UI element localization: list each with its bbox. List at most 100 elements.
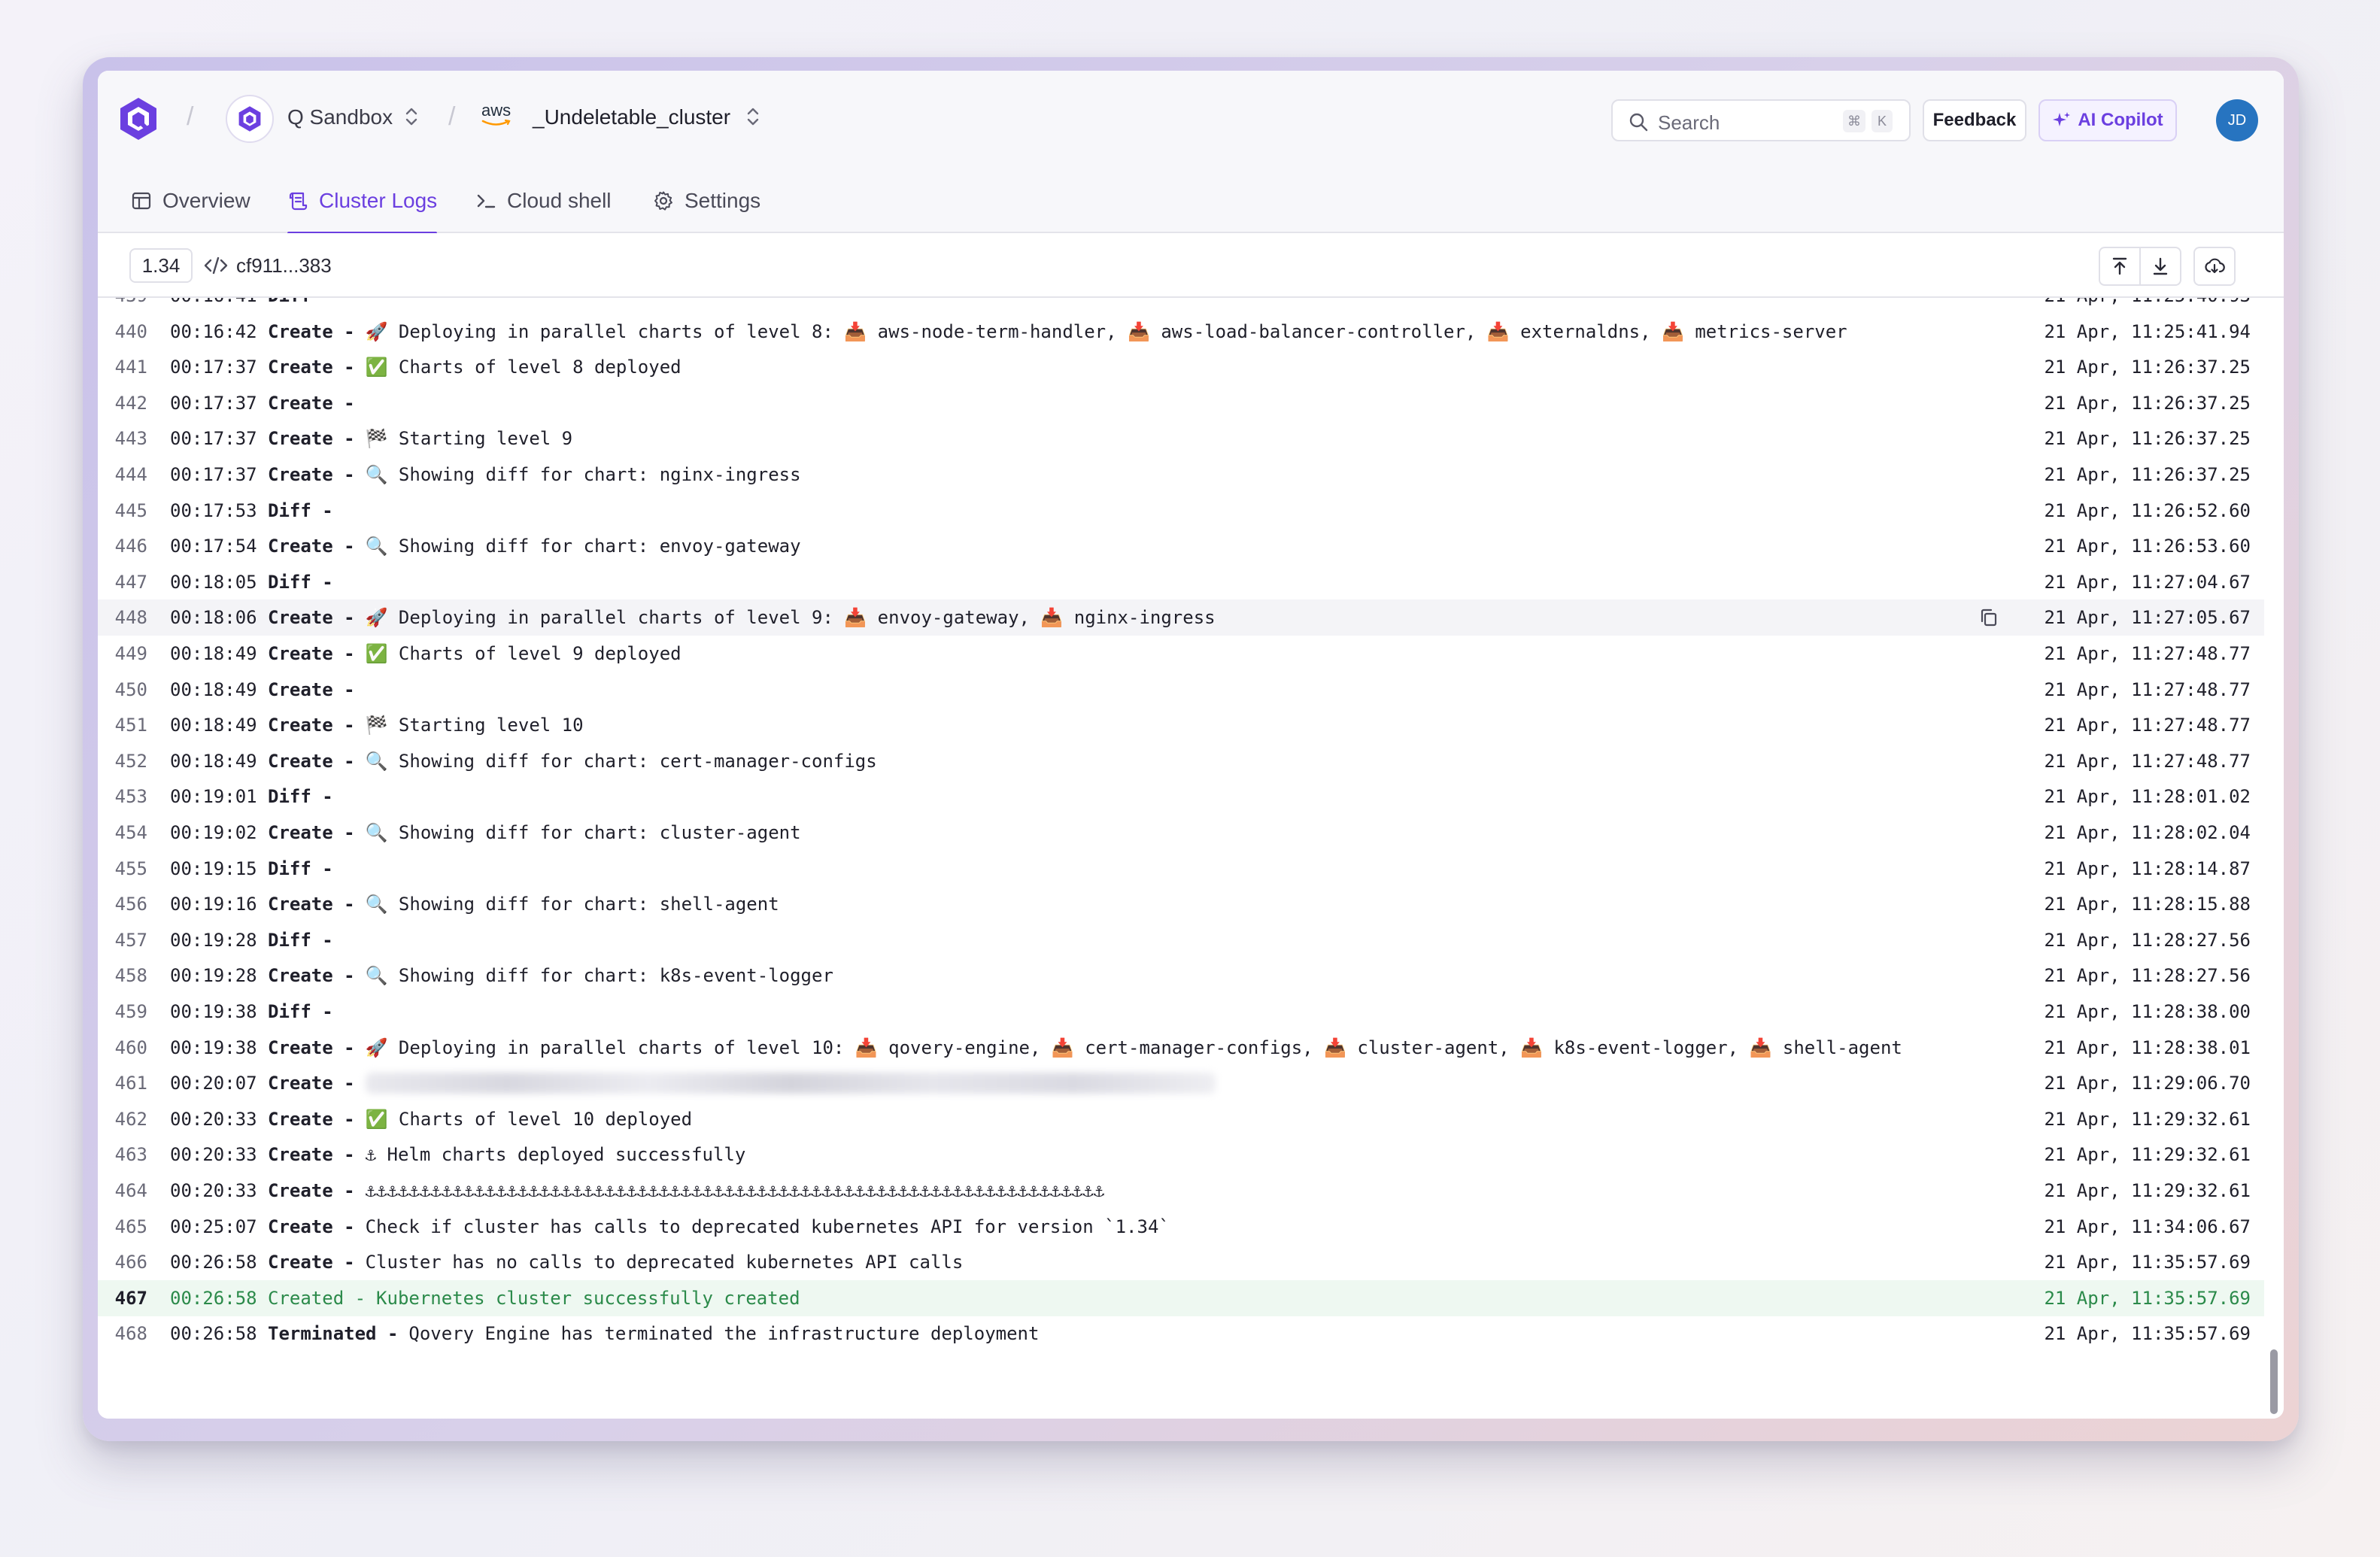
ai-copilot-button[interactable]: AI Copilot bbox=[2038, 99, 2177, 141]
log-step-status: Diff - bbox=[268, 929, 333, 951]
log-row[interactable]: 458 00:19:28 Create - 🔍 Showing diff for ch… bbox=[98, 958, 2264, 994]
log-message: 🔍 Showing diff for chart: k8s-event-logg… bbox=[365, 965, 833, 987]
log-viewer[interactable]: 439 00:16:41 Diff - 21 Apr, 11:25:40.93 440 0… bbox=[98, 298, 2284, 1419]
log-row[interactable]: 451 00:18:49 Create - 🏁 Starting level 10 21… bbox=[98, 707, 2264, 743]
log-line-number: 443 bbox=[114, 428, 147, 450]
download-logs-button[interactable] bbox=[2193, 247, 2236, 286]
tab-label: Settings bbox=[685, 189, 761, 212]
log-row[interactable]: 467 00:26:58 Created - Kubernetes cluster s… bbox=[98, 1279, 2264, 1316]
cluster-switcher-chevron-icon[interactable] bbox=[745, 105, 761, 128]
log-line-number: 457 bbox=[114, 929, 147, 951]
log-row[interactable]: 454 00:19:02 Create - 🔍 Showing diff for ch… bbox=[98, 815, 2264, 851]
log-line-number: 445 bbox=[114, 499, 147, 521]
log-step-status: Create - bbox=[268, 464, 355, 485]
org-avatar[interactable] bbox=[226, 95, 274, 143]
tab-cluster-logs[interactable]: Cluster Logs bbox=[287, 168, 438, 235]
user-avatar[interactable]: JD bbox=[2216, 99, 2258, 141]
log-content: Diff - bbox=[268, 298, 333, 306]
log-row[interactable]: 442 00:17:37 Create - 21 Apr, 11:26:37.25 bbox=[98, 385, 2264, 421]
log-row[interactable]: 461 00:20:07 Create - 21 Apr, 11:29:06.70 bbox=[98, 1065, 2264, 1101]
log-row[interactable]: 440 00:16:42 Create - 🚀 Deploying in parall… bbox=[98, 314, 2264, 350]
search-input[interactable]: Search ⌘ K bbox=[1611, 99, 1911, 141]
log-content: Create - bbox=[268, 393, 355, 414]
org-switcher-chevron-icon[interactable] bbox=[403, 105, 420, 128]
log-step-status: Terminated - bbox=[268, 1323, 399, 1345]
tab-cloud-shell[interactable]: Cloud shell bbox=[475, 168, 612, 233]
log-timestamp: 21 Apr, 11:28:38.00 bbox=[2044, 1001, 2251, 1022]
copy-icon[interactable] bbox=[1978, 607, 1999, 628]
log-line-number: 452 bbox=[114, 750, 147, 772]
log-elapsed-time: 00:18:49 bbox=[170, 750, 257, 772]
log-line-number: 447 bbox=[114, 571, 147, 593]
log-row[interactable]: 444 00:17:37 Create - 🔍 Showing diff for ch… bbox=[98, 457, 2264, 493]
log-timestamp: 21 Apr, 11:35:57.69 bbox=[2044, 1287, 2251, 1309]
breadcrumb-separator: / bbox=[187, 102, 194, 131]
log-row[interactable]: 466 00:26:58 Create - Cluster has no calls … bbox=[98, 1244, 2264, 1280]
log-row[interactable]: 457 00:19:28 Diff - 21 Apr, 11:28:27.56 bbox=[98, 922, 2264, 958]
log-row[interactable]: 460 00:19:38 Create - 🚀 Deploying in parall… bbox=[98, 1030, 2264, 1066]
log-row[interactable]: 439 00:16:41 Diff - 21 Apr, 11:25:40.93 bbox=[98, 298, 2264, 314]
log-line-number: 450 bbox=[114, 678, 147, 700]
top-bar: / Q Sandbox / aws _Undeletable_cluster S… bbox=[98, 71, 2284, 168]
log-row[interactable]: 464 00:20:33 Create - ⚓⚓⚓⚓⚓⚓⚓⚓⚓⚓⚓⚓⚓⚓⚓⚓⚓⚓⚓⚓⚓… bbox=[98, 1173, 2264, 1209]
log-row[interactable]: 463 00:20:33 Create - ⚓ Helm charts deploye… bbox=[98, 1137, 2264, 1173]
tab-label: Cluster Logs bbox=[319, 189, 438, 212]
log-timestamp: 21 Apr, 11:29:06.70 bbox=[2044, 1073, 2251, 1094]
log-elapsed-time: 00:26:58 bbox=[170, 1287, 257, 1309]
log-step-status: Create - bbox=[268, 392, 355, 414]
terminal-icon bbox=[477, 194, 496, 208]
log-row[interactable]: 452 00:18:49 Create - 🔍 Showing diff for ch… bbox=[98, 743, 2264, 779]
log-row[interactable]: 468 00:26:58 Terminated - Qovery Engine has… bbox=[98, 1316, 2264, 1352]
log-content: Diff - bbox=[268, 500, 333, 521]
log-row[interactable]: 445 00:17:53 Diff - 21 Apr, 11:26:52.60 bbox=[98, 493, 2264, 529]
tab-settings[interactable]: Settings bbox=[653, 168, 760, 233]
log-message: 🔍 Showing diff for chart: cluster-agent bbox=[365, 822, 801, 843]
scroll-to-bottom-button[interactable] bbox=[2139, 247, 2181, 286]
log-content: Diff - bbox=[268, 572, 333, 593]
log-timestamp: 21 Apr, 11:29:32.61 bbox=[2044, 1144, 2251, 1166]
log-step-status: Create - bbox=[268, 894, 355, 915]
log-row[interactable]: 459 00:19:38 Diff - 21 Apr, 11:28:38.00 bbox=[98, 994, 2264, 1030]
log-scrollbar[interactable] bbox=[2270, 1349, 2278, 1414]
log-content: Create - ⚓ Helm charts deployed successfu… bbox=[268, 1144, 745, 1165]
log-content: Create - 🚀 Deploying in parallel charts o… bbox=[268, 321, 1847, 342]
log-row[interactable]: 447 00:18:05 Diff - 21 Apr, 11:27:04.67 bbox=[98, 564, 2264, 600]
feedback-button[interactable]: Feedback bbox=[1923, 99, 2026, 141]
log-row[interactable]: 443 00:17:37 Create - 🏁 Starting level 9 21 … bbox=[98, 420, 2264, 457]
log-step-status: Create - bbox=[268, 678, 355, 700]
log-step-status: Create - bbox=[268, 357, 355, 378]
log-timestamp: 21 Apr, 11:26:53.60 bbox=[2044, 536, 2251, 557]
log-content: Create - 🏁 Starting level 9 bbox=[268, 428, 572, 449]
log-toolbar: 1.34 cf911...383 bbox=[98, 233, 2284, 298]
log-row[interactable]: 450 00:18:49 Create - 21 Apr, 11:27:48.77 bbox=[98, 672, 2264, 708]
log-row[interactable]: 456 00:19:16 Create - 🔍 Showing diff for ch… bbox=[98, 886, 2264, 922]
log-row[interactable]: 441 00:17:37 Create - ✅ Charts of level 8 d… bbox=[98, 349, 2264, 385]
log-content: Terminated - Qovery Engine has terminated… bbox=[268, 1323, 1039, 1344]
log-row[interactable]: 453 00:19:01 Diff - 21 Apr, 11:28:01.02 bbox=[98, 778, 2264, 815]
log-timestamp: 21 Apr, 11:28:27.56 bbox=[2044, 965, 2251, 987]
log-content: Create - 🔍 Showing diff for chart: nginx-… bbox=[268, 464, 801, 485]
scroll-to-top-button[interactable] bbox=[2099, 247, 2141, 286]
log-row[interactable]: 449 00:18:49 Create - ✅ Charts of level 9 d… bbox=[98, 636, 2264, 672]
log-elapsed-time: 00:19:38 bbox=[170, 1036, 257, 1058]
log-row[interactable]: 455 00:19:15 Diff - 21 Apr, 11:28:14.87 bbox=[98, 851, 2264, 887]
log-elapsed-time: 00:17:37 bbox=[170, 357, 257, 378]
org-name[interactable]: Q Sandbox bbox=[287, 105, 393, 129]
tab-overview[interactable]: Overview bbox=[131, 168, 250, 233]
log-elapsed-time: 00:16:42 bbox=[170, 320, 257, 342]
log-message: 🚀 Deploying in parallel charts of level … bbox=[365, 1036, 1902, 1058]
log-row[interactable]: 462 00:20:33 Create - ✅ Charts of level 10 … bbox=[98, 1101, 2264, 1137]
log-row[interactable]: 465 00:25:07 Create - Check if cluster has … bbox=[98, 1209, 2264, 1245]
log-timestamp: 21 Apr, 11:34:06.67 bbox=[2044, 1216, 2251, 1237]
commit-hash[interactable]: cf911...383 bbox=[236, 254, 332, 278]
log-content: Create - ✅ Charts of level 8 deployed bbox=[268, 357, 682, 378]
cluster-name[interactable]: _Undeletable_cluster bbox=[533, 105, 730, 129]
qovery-logo-icon[interactable] bbox=[117, 96, 159, 141]
log-row[interactable]: 446 00:17:54 Create - 🔍 Showing diff for ch… bbox=[98, 528, 2264, 564]
log-row[interactable]: 448 00:18:06 Create - 🚀 Deploying in parall… bbox=[98, 599, 2264, 636]
log-timestamp: 21 Apr, 11:25:40.93 bbox=[2044, 298, 2251, 306]
log-line-number: 442 bbox=[114, 392, 147, 414]
log-step-status: Diff - bbox=[268, 499, 333, 521]
log-step-status: Create - bbox=[268, 607, 355, 629]
log-line-number: 444 bbox=[114, 464, 147, 485]
